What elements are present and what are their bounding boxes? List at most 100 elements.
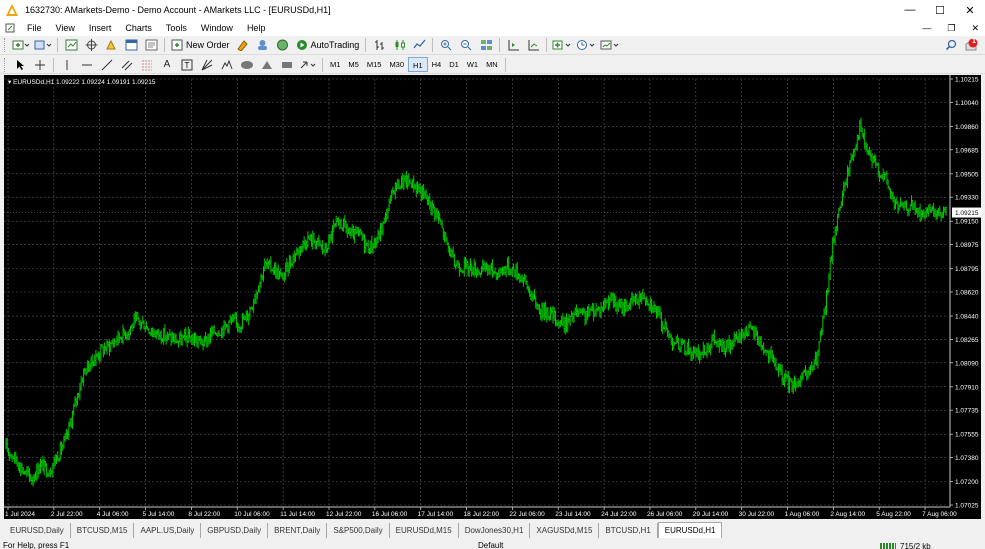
- close-button[interactable]: ✕: [955, 0, 985, 20]
- app-logo-icon: [5, 3, 19, 17]
- market-icon[interactable]: [275, 37, 291, 53]
- tab-eurusdd-h1[interactable]: EURUSDd,H1: [657, 522, 723, 538]
- x-tick-label: 8 Jul 22:00: [188, 511, 220, 518]
- toolbar-grip[interactable]: [4, 38, 7, 52]
- indicators-icon[interactable]: [552, 37, 572, 53]
- tab-xagusdd-m15[interactable]: XAGUSDd,M15: [530, 523, 600, 538]
- tab-eurusdd-m15[interactable]: EURUSDd,M15: [390, 523, 459, 538]
- tab-brent-daily[interactable]: BRENT,Daily: [268, 523, 328, 538]
- x-tick-label: 29 Jul 14:00: [693, 511, 729, 518]
- status-profile[interactable]: Default: [478, 539, 503, 549]
- vertical-line-icon[interactable]: [59, 57, 75, 73]
- triangle-icon[interactable]: [259, 57, 275, 73]
- tab-sp500-daily[interactable]: S&P500,Daily: [327, 523, 390, 538]
- chart-header: ▾ EURUSDd,H1 1.09222 1.09224 1.09191 1.0…: [8, 79, 156, 86]
- x-tick-label: 5 Jul 14:00: [143, 511, 175, 518]
- gann-icon[interactable]: [199, 57, 215, 73]
- notifications-icon[interactable]: 1: [963, 37, 979, 53]
- timeframe-m1-button[interactable]: M1: [326, 57, 344, 72]
- timeframe-w1-button[interactable]: W1: [463, 57, 482, 72]
- templates-icon[interactable]: [600, 37, 620, 53]
- y-tick-label: 1.07735: [955, 408, 979, 415]
- timeframe-m15-button[interactable]: M15: [363, 57, 386, 72]
- timeframe-m30-button[interactable]: M30: [385, 57, 408, 72]
- x-tick-label: 18 Jul 22:00: [464, 511, 500, 518]
- arrows-icon[interactable]: [299, 57, 317, 73]
- cursor-icon[interactable]: [12, 57, 28, 73]
- menu-tools[interactable]: Tools: [159, 20, 194, 36]
- tab-btcusd-h1[interactable]: BTCUSD,H1: [599, 523, 658, 538]
- fibonacci-icon[interactable]: [139, 57, 155, 73]
- crosshair-icon[interactable]: [83, 37, 99, 53]
- autoscroll-icon[interactable]: [525, 37, 541, 53]
- tab-eurusd-daily[interactable]: EURUSD,Daily: [4, 523, 71, 538]
- tab-gbpusd-daily[interactable]: GBPUSD,Daily: [201, 523, 269, 538]
- timeframe-h4-button[interactable]: H4: [428, 57, 446, 72]
- terminal-icon[interactable]: [123, 37, 139, 53]
- menu-view[interactable]: View: [49, 20, 82, 36]
- timeframe-m5-button[interactable]: M5: [344, 57, 362, 72]
- y-tick-label: 1.08795: [955, 266, 979, 273]
- market-watch-icon[interactable]: [63, 37, 79, 53]
- mdi-minimize-button[interactable]: —: [922, 23, 931, 33]
- x-tick-label: 4 Jul 06:00: [97, 511, 129, 518]
- svg-text:T: T: [185, 61, 190, 70]
- menu-insert[interactable]: Insert: [82, 20, 119, 36]
- status-bar: For Help, press F1 Default 715/2 kb: [0, 539, 985, 549]
- mdi-close-button[interactable]: ✕: [971, 23, 979, 34]
- text-label-icon[interactable]: T: [179, 57, 195, 73]
- new-chart-icon[interactable]: [12, 37, 30, 53]
- connection-status[interactable]: 715/2 kb: [880, 540, 931, 549]
- timeframe-mn-button[interactable]: MN: [482, 57, 502, 72]
- new-order-button[interactable]: New Order: [168, 37, 233, 53]
- y-tick-label: 1.08265: [955, 337, 979, 344]
- menu-file[interactable]: File: [20, 20, 49, 36]
- navigator-icon[interactable]: [103, 37, 119, 53]
- tile-windows-icon[interactable]: [478, 37, 494, 53]
- crosshair-tool-icon[interactable]: [32, 57, 48, 73]
- y-tick-label: 1.09505: [955, 171, 979, 178]
- bar-chart-icon[interactable]: [371, 37, 387, 53]
- document-icon[interactable]: [4, 22, 16, 34]
- menu-help[interactable]: Help: [240, 20, 273, 36]
- candlestick-icon[interactable]: [391, 37, 407, 53]
- text-tool-icon[interactable]: A: [159, 57, 175, 73]
- tab-aapl-daily[interactable]: AAPL.US,Daily: [134, 523, 202, 538]
- title-bar[interactable]: 1632730: AMarkets-Demo - Demo Account - …: [0, 0, 985, 20]
- timeframe-d1-button[interactable]: D1: [445, 57, 463, 72]
- chart-shift-icon[interactable]: [505, 37, 521, 53]
- equidistant-channel-icon[interactable]: [119, 57, 135, 73]
- line-studies-toolbar: A T M1 M5 M15 M30 H1 H4 D1 W1 MN: [0, 56, 985, 74]
- maximize-button[interactable]: ☐: [925, 0, 955, 20]
- tab-dowjones30-h1[interactable]: DowJones30,H1: [459, 523, 531, 538]
- terminal-window: 1632730: AMarkets-Demo - Demo Account - …: [0, 0, 985, 549]
- trendline-icon[interactable]: [99, 57, 115, 73]
- signals-icon[interactable]: [255, 37, 271, 53]
- autotrading-button[interactable]: AutoTrading: [293, 37, 363, 53]
- profiles-icon[interactable]: [34, 37, 52, 53]
- ellipse-icon[interactable]: [239, 57, 255, 73]
- periods-icon[interactable]: [576, 37, 596, 53]
- metaeditor-icon[interactable]: [235, 37, 251, 53]
- zoom-in-icon[interactable]: [438, 37, 454, 53]
- price-axis-panel[interactable]: [950, 75, 981, 519]
- price-chart[interactable]: 1.10215 1.10040 1.09860 1.09685 1.09505 1.093…: [4, 75, 981, 519]
- mdi-restore-button[interactable]: ❐: [947, 23, 955, 34]
- menu-window[interactable]: Window: [194, 20, 240, 36]
- rectangle-icon[interactable]: [279, 57, 295, 73]
- search-icon[interactable]: [943, 37, 959, 53]
- y-tick-label: 1.08620: [955, 290, 979, 297]
- toolbar-grip[interactable]: [4, 57, 7, 72]
- zoom-out-icon[interactable]: [458, 37, 474, 53]
- tab-btcusd-m15[interactable]: BTCUSD,M15: [71, 523, 135, 538]
- horizontal-line-icon[interactable]: [79, 57, 95, 73]
- line-chart-icon[interactable]: [411, 37, 427, 53]
- timeframe-h1-button[interactable]: H1: [408, 57, 428, 72]
- elliott-icon[interactable]: [219, 57, 235, 73]
- minimize-button[interactable]: —: [895, 0, 925, 20]
- y-tick-label: 1.07200: [955, 479, 979, 486]
- notification-count: 1: [972, 38, 976, 45]
- menu-charts[interactable]: Charts: [118, 20, 159, 36]
- strategy-tester-icon[interactable]: [143, 37, 159, 53]
- chart-canvas[interactable]: 1.10215 1.10040 1.09860 1.09685 1.09505 1.093…: [4, 75, 981, 519]
